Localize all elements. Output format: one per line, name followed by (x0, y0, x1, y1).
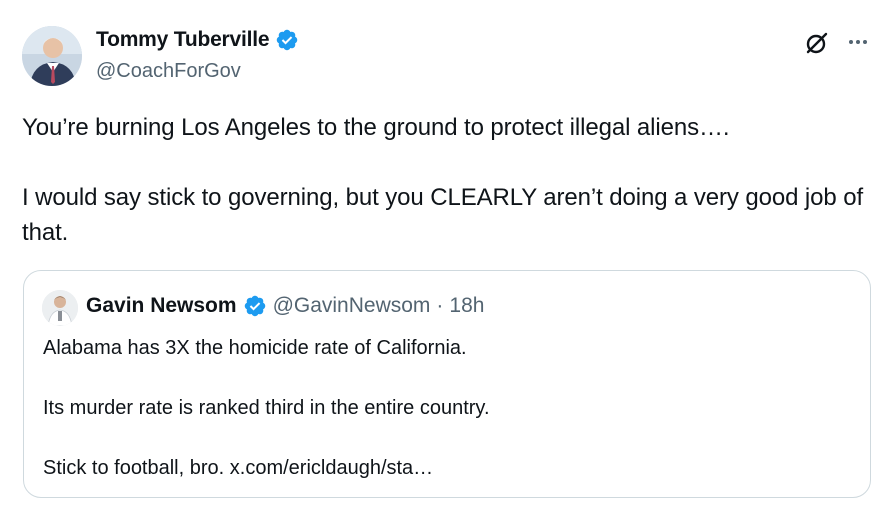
author-handle[interactable]: @CoachForGov (96, 60, 241, 83)
quoted-tweet-card[interactable]: Gavin Newsom @GavinNewsom · 18h Alabama … (23, 270, 871, 498)
dot (856, 40, 860, 44)
quoted-avatar-image (42, 290, 78, 326)
quoted-paragraph: Alabama has 3X the homicide rate of Cali… (43, 337, 467, 359)
verified-badge-icon[interactable] (243, 294, 267, 318)
author-name-row: Tommy Tuberville (96, 28, 299, 52)
quoted-avatar[interactable] (42, 290, 78, 326)
tweet-text: You’re burning Los Angeles to the ground… (22, 110, 872, 250)
quoted-separator: · (436, 294, 444, 317)
tweet-paragraph: You’re burning Los Angeles to the ground… (22, 114, 730, 141)
quoted-timestamp[interactable]: 18h (449, 294, 484, 318)
quoted-paragraph: Its murder rate is ranked third in the e… (43, 397, 490, 419)
quoted-header: Gavin Newsom @GavinNewsom · 18h (86, 294, 484, 318)
grok-icon[interactable] (804, 30, 830, 56)
verified-badge-icon[interactable] (275, 28, 299, 52)
author-display-name[interactable]: Tommy Tuberville (96, 28, 270, 52)
dot (849, 40, 853, 44)
tweet-paragraph: I would say stick to governing, but you … (22, 184, 864, 246)
avatar-image (22, 26, 82, 86)
quoted-handle[interactable]: @GavinNewsom (273, 294, 431, 318)
quoted-paragraph: Stick to football, bro. x.com/ericldaugh… (43, 457, 434, 479)
more-icon[interactable] (845, 32, 871, 52)
avatar[interactable] (22, 26, 82, 86)
quoted-display-name[interactable]: Gavin Newsom (86, 294, 237, 318)
quoted-tweet-text: Alabama has 3X the homicide rate of Cali… (43, 333, 843, 483)
dot (863, 40, 867, 44)
